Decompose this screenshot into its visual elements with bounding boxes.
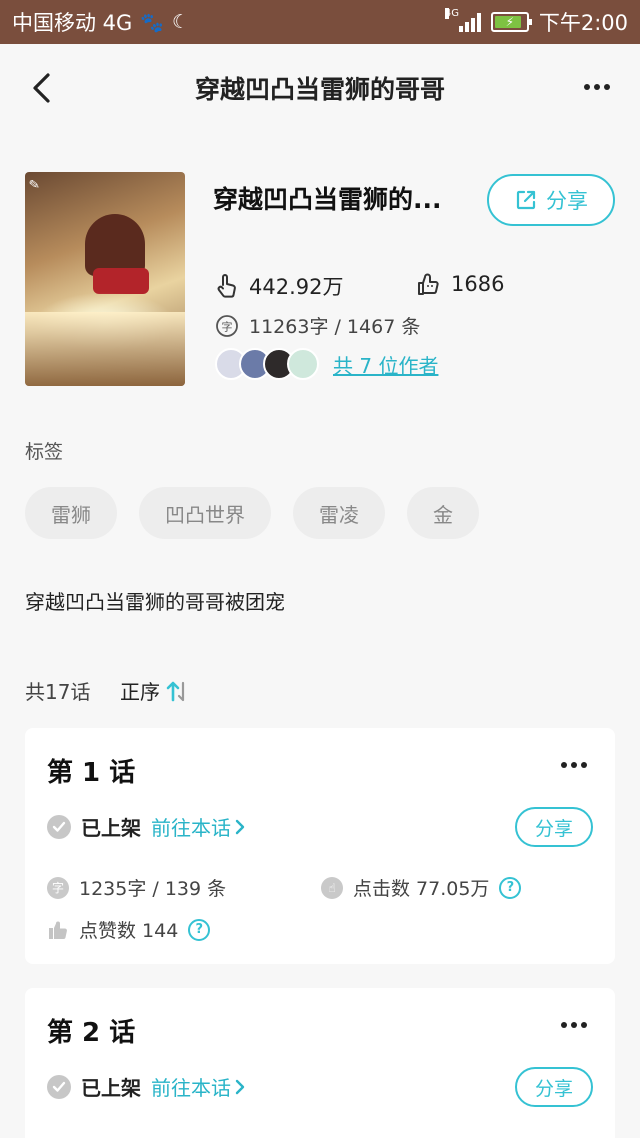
more-icon[interactable] <box>580 72 614 102</box>
tag-chip[interactable]: 凹凸世界 <box>139 487 271 539</box>
back-arrow-icon[interactable] <box>26 70 56 106</box>
authors-link[interactable]: 共 7 位作者 <box>333 350 438 379</box>
paw-icon: 🐾 <box>140 11 164 34</box>
tag-chip[interactable]: 雷狮 <box>25 487 117 539</box>
authors-row: 共 7 位作者 <box>215 348 438 380</box>
words-count: 11263字 / 1467 条 <box>249 316 421 338</box>
episode-clicks: ☝ 点击数 77.05万 ? <box>321 874 522 901</box>
network-tag: 4G <box>444 8 459 19</box>
moon-icon: ☾ <box>171 11 190 33</box>
svg-text:字: 字 <box>222 319 233 333</box>
episode-clicks-value: 点击数 77.05万 <box>353 878 490 900</box>
views-stat: 442.92万 <box>215 271 343 301</box>
share-button[interactable]: 分享 <box>487 174 615 226</box>
views-count: 442.92万 <box>249 275 344 299</box>
episode-words-value: 1235字 / 139 条 <box>79 878 227 900</box>
sort-icon <box>166 681 185 701</box>
likes-count: 1686 <box>451 272 505 296</box>
episode-words: 字 1235字 / 139 条 <box>47 874 226 901</box>
goto-episode-label: 前往本话 <box>151 816 231 840</box>
likes-stat: 1686 <box>415 271 504 297</box>
goto-episode-label: 前往本话 <box>151 1076 231 1100</box>
episode-share-button[interactable]: 分享 <box>515 807 593 847</box>
page-title: 穿越凹凸当雷狮的哥哥 <box>194 75 445 104</box>
check-icon <box>47 1074 71 1099</box>
char-count-icon: 字 <box>216 314 238 337</box>
episode-likes-value: 点赞数 144 <box>79 920 179 942</box>
battery-charging-icon: ⚡ <box>490 12 532 32</box>
goto-episode-link[interactable]: 前往本话 <box>151 812 245 841</box>
tap-hand-icon <box>217 274 236 298</box>
check-icon <box>47 814 71 839</box>
episode-card[interactable]: 第 1 话 已上架 前往本话 分享 字 1235字 / 139 条 ☝ 点击数 … <box>25 728 615 964</box>
sort-order-toggle[interactable]: 正序 <box>120 676 190 705</box>
sort-order-label: 正序 <box>120 680 160 704</box>
tag-chip[interactable]: 金 <box>407 487 479 539</box>
tags-heading: 标签 <box>25 441 64 463</box>
carrier-label: 中国移动 4G <box>12 11 133 35</box>
help-icon[interactable]: ? <box>499 876 522 899</box>
episode-title: 第 2 话 <box>47 1018 136 1048</box>
words-stat: 字 11263字 / 1467 条 <box>215 312 420 339</box>
smile-thumb-icon <box>418 273 439 295</box>
book-description: 穿越凹凸当雷狮的哥哥被团宠 <box>25 590 285 614</box>
more-icon[interactable] <box>561 762 587 768</box>
top-nav-bar: 穿越凹凸当雷狮的哥哥 <box>0 44 640 132</box>
clock: 下午2:00 <box>538 11 628 35</box>
help-icon[interactable]: ? <box>188 918 211 941</box>
episode-likes: 点赞数 144 ? <box>47 916 211 943</box>
episode-share-button[interactable]: 分享 <box>515 1067 593 1107</box>
chevron-right-icon <box>235 1079 245 1094</box>
episode-count: 共17话 <box>25 680 91 704</box>
book-cover-image[interactable]: ✎ <box>25 172 185 386</box>
episode-status: 已上架 <box>81 816 141 840</box>
char-count-icon: 字 <box>47 876 69 899</box>
signal-icon: 4G <box>444 8 481 32</box>
tag-chip[interactable]: 雷凌 <box>293 487 385 539</box>
book-title: 穿越凹凸当雷狮的... <box>213 185 442 214</box>
episode-title: 第 1 话 <box>47 758 136 788</box>
goto-episode-link[interactable]: 前往本话 <box>151 1072 245 1101</box>
tap-hand-icon: ☝ <box>321 876 343 899</box>
episode-status: 已上架 <box>81 1076 141 1100</box>
share-label: 分享 <box>546 189 588 213</box>
cover-watermark: ✎ <box>28 177 41 194</box>
share-icon <box>516 190 536 210</box>
status-bar: 中国移动 4G 🐾 ☾ 4G ⚡ 下午2:00 <box>0 0 640 44</box>
chevron-right-icon <box>235 819 245 834</box>
tags-list: 雷狮 凹凸世界 雷凌 金 <box>25 487 479 539</box>
more-icon[interactable] <box>561 1022 587 1028</box>
episode-card[interactable]: 第 2 话 已上架 前往本话 分享 <box>25 988 615 1138</box>
author-avatar[interactable] <box>287 348 319 380</box>
thumbs-up-icon <box>49 921 67 939</box>
